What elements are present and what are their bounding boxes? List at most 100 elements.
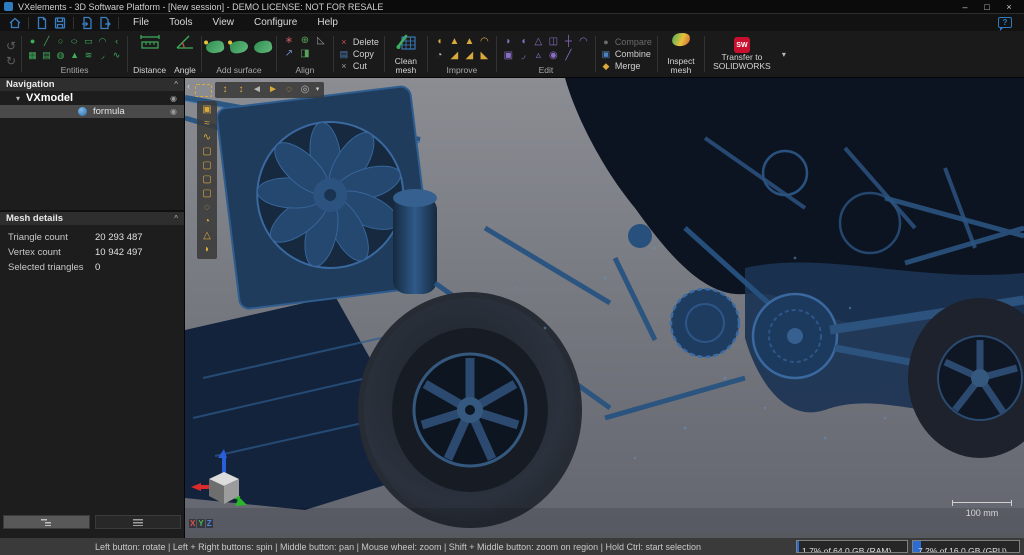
entity-arc-icon[interactable]: ◠: [96, 34, 109, 48]
add-surface-manual-icon[interactable]: [253, 40, 273, 55]
entity-point-icon[interactable]: ●: [26, 34, 39, 48]
copy-button[interactable]: ▤ Copy: [339, 49, 379, 60]
improve-fill-holes-icon[interactable]: ◖: [432, 34, 447, 48]
edit-remesh-icon[interactable]: ▵: [531, 48, 546, 62]
selection-rectangle-icon[interactable]: [195, 84, 212, 97]
edit-boolean-icon[interactable]: ▣: [501, 48, 516, 62]
angle-button[interactable]: Angle: [170, 32, 200, 76]
entity-line-icon[interactable]: ╱: [40, 34, 53, 48]
navigation-collapse-icon[interactable]: ^: [174, 81, 178, 89]
undo-icon[interactable]: ↺: [6, 40, 16, 53]
mesh-details-collapse-icon[interactable]: ^: [174, 215, 178, 223]
entity-cylinder-icon[interactable]: ≋: [82, 48, 95, 62]
entity-freeform-icon[interactable]: ∿: [110, 48, 123, 62]
toolbar-more-icon[interactable]: ▾: [313, 82, 322, 98]
tree-view-tab[interactable]: [3, 515, 90, 529]
entity-elbow-icon[interactable]: ◞: [96, 48, 109, 62]
distance-button[interactable]: Distance: [129, 32, 170, 76]
select-through-icon[interactable]: ↕: [217, 82, 233, 98]
redo-icon[interactable]: ↻: [6, 55, 16, 68]
select-dome-3-icon[interactable]: ▢: [197, 173, 217, 187]
improve-boundary-icon[interactable]: ◠: [477, 34, 492, 48]
cut-button[interactable]: × Cut: [339, 61, 379, 72]
inspect-mesh-button[interactable]: Inspect mesh: [659, 32, 703, 76]
menu-view[interactable]: View: [202, 14, 244, 31]
viewport-3d[interactable]: ‹ ↕ ↕ ◄ ► ◌ ◎ ▾ ▣ ≈ ∿ ▢ ▢ ▢ ▢ ◌ ◔ △ ◗: [185, 78, 1024, 538]
menu-tools[interactable]: Tools: [159, 14, 202, 31]
menu-help[interactable]: Help: [307, 14, 348, 31]
improve-defeature-icon[interactable]: ◣: [477, 48, 492, 62]
transfer-dropdown-icon[interactable]: ▾: [782, 50, 786, 59]
select-triangle-icon[interactable]: △: [197, 229, 217, 243]
entity-cone-icon[interactable]: ▲: [68, 48, 81, 62]
edit-patch-icon[interactable]: ◗: [501, 34, 516, 48]
edit-split-icon[interactable]: ◫: [546, 34, 561, 48]
list-view-tab[interactable]: [95, 515, 182, 529]
zoom-region-icon[interactable]: ◌: [281, 82, 297, 98]
menu-file[interactable]: File: [123, 14, 159, 31]
clean-mesh-button[interactable]: Clean mesh: [386, 32, 426, 76]
select-freeform-icon[interactable]: ≈: [197, 117, 217, 131]
combine-button[interactable]: ▣ Combine: [601, 49, 652, 60]
improve-decimate-icon[interactable]: ◢: [447, 48, 462, 62]
axis-triad[interactable]: [191, 449, 249, 514]
align-entities-icon[interactable]: ⊕: [297, 34, 313, 47]
entity-grid-icon[interactable]: ▤: [40, 48, 53, 62]
edit-mirror-icon[interactable]: ┼: [561, 34, 576, 48]
viewport-3d-model[interactable]: [185, 78, 1024, 538]
edit-triangles-icon[interactable]: △: [531, 34, 546, 48]
add-surface-wizard-icon[interactable]: [205, 40, 225, 55]
feedback-chat-icon[interactable]: ?: [998, 17, 1012, 28]
edit-surface-icon[interactable]: ◖: [516, 34, 531, 48]
align-best-fit-icon[interactable]: ∗: [281, 34, 297, 47]
edit-pencil-icon[interactable]: ╱: [561, 48, 576, 62]
edit-curve-icon[interactable]: ◞: [516, 48, 531, 62]
select-dashed-icon[interactable]: ◌: [197, 201, 217, 215]
entity-ellipse-icon[interactable]: ○: [65, 34, 85, 48]
edit-waterproof-icon[interactable]: ◉: [546, 48, 561, 62]
entity-sphere-icon[interactable]: ◍: [54, 48, 67, 62]
align-origin-icon[interactable]: ◨: [297, 47, 313, 60]
transfer-solidworks-button[interactable]: SW Transfer to SOLIDWORKS: [706, 36, 778, 72]
mesh-details-header[interactable]: Mesh details ^: [0, 212, 184, 225]
flip-right-icon[interactable]: ►: [265, 82, 281, 98]
maximize-button[interactable]: □: [976, 0, 998, 13]
improve-intersections-icon[interactable]: ▲: [462, 34, 477, 48]
toolbar-collapse-icon[interactable]: ‹: [187, 81, 190, 91]
export-session-icon[interactable]: [96, 15, 114, 30]
entity-plane-icon[interactable]: ▦: [26, 48, 39, 62]
tree-item-formula[interactable]: formula ◉: [0, 105, 184, 118]
menu-configure[interactable]: Configure: [244, 14, 307, 31]
entity-polyline-icon[interactable]: ‹: [110, 34, 123, 48]
new-session-icon[interactable]: [33, 15, 51, 30]
add-surface-auto-icon[interactable]: [229, 40, 249, 55]
align-axes-icon[interactable]: ↗: [281, 47, 297, 60]
close-button[interactable]: ×: [998, 0, 1020, 13]
select-dome-1-icon[interactable]: ▢: [197, 145, 217, 159]
select-dome-4-icon[interactable]: ▢: [197, 187, 217, 201]
align-surface-icon[interactable]: ◺: [313, 34, 329, 47]
select-partial-icon[interactable]: ◔: [197, 215, 217, 229]
minimize-button[interactable]: –: [954, 0, 976, 13]
visibility-eye-icon[interactable]: ◉: [170, 94, 177, 103]
select-curve-icon[interactable]: ∿: [197, 131, 217, 145]
home-icon[interactable]: [6, 15, 24, 30]
tree-caret-icon[interactable]: ▾: [16, 94, 20, 103]
select-brush-icon[interactable]: ▣: [197, 103, 217, 117]
delete-button[interactable]: × Delete: [339, 37, 379, 48]
save-icon[interactable]: [51, 15, 69, 30]
select-backface-icon[interactable]: ◗: [197, 243, 217, 257]
select-visible-icon[interactable]: ↕: [233, 82, 249, 98]
import-session-icon[interactable]: [78, 15, 96, 30]
navigation-header[interactable]: Navigation ^: [0, 78, 184, 91]
edit-bridge-icon[interactable]: ◠: [576, 34, 591, 48]
flip-left-icon[interactable]: ◄: [249, 82, 265, 98]
select-dome-2-icon[interactable]: ▢: [197, 159, 217, 173]
improve-spikes-icon[interactable]: ▲: [447, 34, 462, 48]
merge-button[interactable]: ◆ Merge: [601, 61, 652, 72]
improve-smooth-icon[interactable]: ◔: [432, 48, 447, 62]
tree-item-vxmodel[interactable]: ▾ VXmodel ◉: [0, 91, 184, 105]
zoom-fit-icon[interactable]: ◎: [297, 82, 313, 98]
visibility-eye-icon[interactable]: ◉: [170, 107, 177, 116]
improve-refine-icon[interactable]: ◢: [462, 48, 477, 62]
